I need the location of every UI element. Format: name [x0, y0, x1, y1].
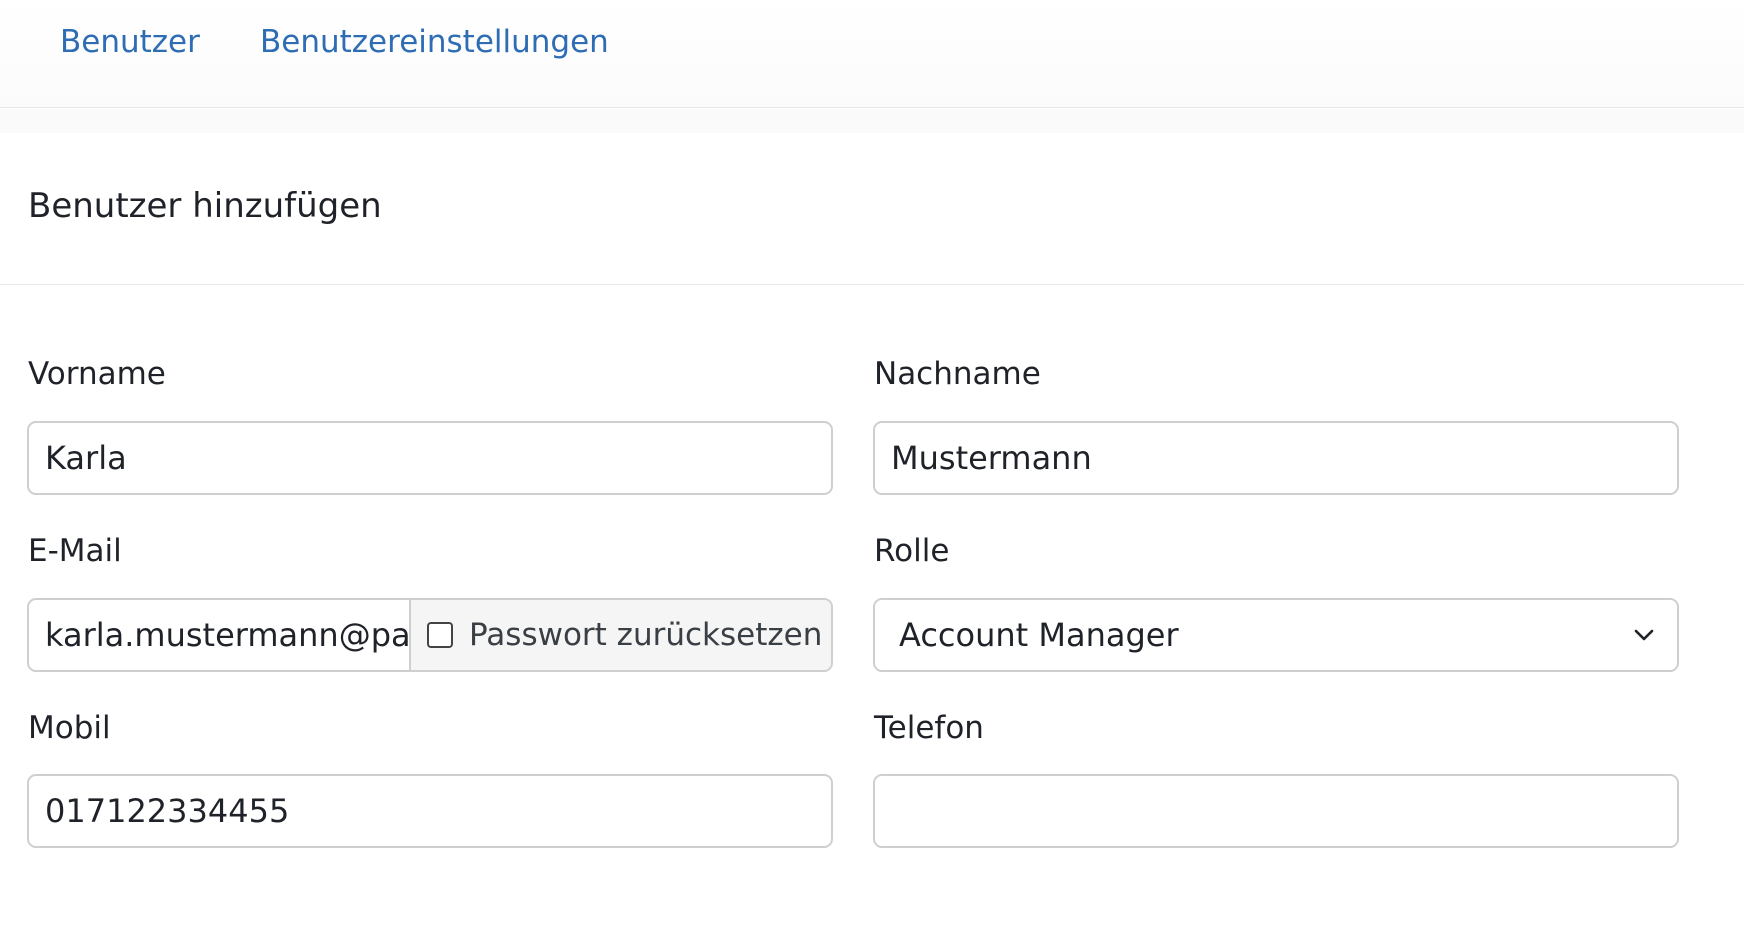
- first-name-input[interactable]: Karla: [27, 421, 833, 495]
- tab-benutzer[interactable]: Benutzer: [60, 24, 200, 60]
- page-title: Benutzer hinzufügen: [28, 186, 382, 226]
- mobile-label: Mobil: [28, 710, 111, 746]
- reset-password-checkbox[interactable]: [427, 622, 453, 648]
- subheader-strip: [0, 109, 1744, 133]
- top-nav: Benutzer Benutzereinstellungen: [0, 0, 1744, 108]
- email-input[interactable]: karla.mustermann@pa: [29, 600, 411, 670]
- phone-input[interactable]: [873, 774, 1679, 848]
- role-selected-value: Account Manager: [899, 616, 1179, 654]
- reset-password-toggle[interactable]: Passwort zurücksetzen: [411, 600, 831, 670]
- mobile-input[interactable]: 017122334455: [27, 774, 833, 848]
- first-name-label: Vorname: [28, 356, 166, 392]
- last-name-label: Nachname: [874, 356, 1041, 392]
- phone-label: Telefon: [874, 710, 984, 746]
- role-select[interactable]: Account Manager: [873, 598, 1679, 672]
- email-label: E-Mail: [28, 533, 122, 569]
- tab-benutzereinstellungen[interactable]: Benutzereinstellungen: [260, 24, 609, 60]
- chevron-down-icon: [1634, 629, 1654, 641]
- card-header-divider: [0, 284, 1744, 285]
- role-label: Rolle: [874, 533, 950, 569]
- last-name-input[interactable]: Mustermann: [873, 421, 1679, 495]
- email-input-group: karla.mustermann@pa Passwort zurücksetze…: [27, 598, 833, 672]
- reset-password-label: Passwort zurücksetzen: [469, 617, 823, 653]
